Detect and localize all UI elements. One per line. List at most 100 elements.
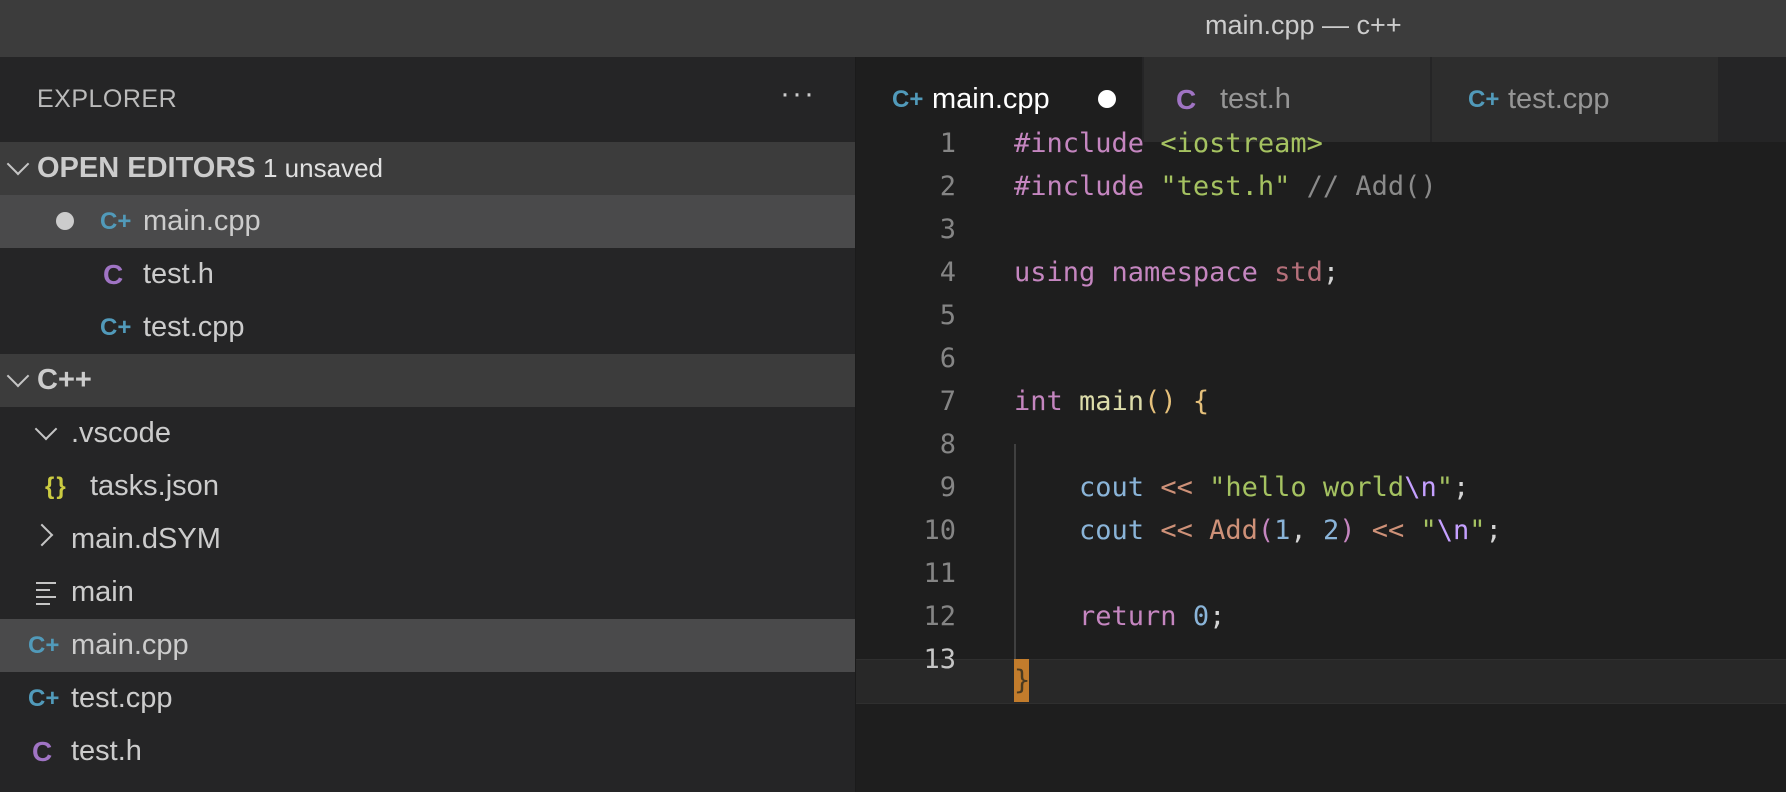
code-token: namespace — [1111, 257, 1275, 288]
cpp-icon: C+ — [28, 632, 60, 659]
code-token: ; — [1485, 515, 1502, 546]
unsaved-dot-icon[interactable] — [56, 212, 74, 230]
c-header-icon: C — [32, 736, 53, 767]
line-number: 6 — [939, 343, 956, 374]
current-line-highlight — [856, 659, 1786, 704]
code-token: " — [1436, 472, 1453, 503]
tree-item-tasks-json[interactable]: {} tasks.json — [0, 460, 855, 513]
line-number: 5 — [939, 300, 956, 331]
cpp-icon: C+ — [28, 685, 60, 712]
code-token: " — [1420, 515, 1437, 546]
code-token: "test.h" — [1160, 171, 1291, 202]
title-bar: main.cpp — c++ — [0, 0, 1786, 57]
code-token: , — [1290, 515, 1323, 546]
code-token: #include — [1014, 171, 1161, 202]
more-actions-icon[interactable]: ··· — [780, 77, 816, 111]
tree-item-test-h[interactable]: C test.h — [0, 725, 855, 778]
file-lines-icon — [36, 582, 56, 610]
code-token: 1 — [1274, 515, 1291, 546]
open-editor-item[interactable]: C+ test.cpp — [0, 301, 855, 354]
tree-item-main-binary[interactable]: main — [0, 566, 855, 619]
tree-item-label: test.cpp — [71, 682, 173, 714]
tree-item-label: main.dSYM — [71, 523, 221, 555]
tree-item-label: tasks.json — [90, 470, 219, 502]
code-line[interactable]: #include <iostream> — [1014, 122, 1323, 165]
code-token: cout — [1079, 515, 1145, 546]
code-token: #include — [1014, 128, 1161, 159]
chevron-down-icon — [34, 417, 58, 441]
code-token: << — [1371, 515, 1405, 546]
code-token: \n — [1436, 515, 1470, 546]
tree-item-dsym-folder[interactable]: main.dSYM — [0, 513, 855, 566]
code-token: // Add() — [1290, 171, 1437, 202]
open-editor-label: test.cpp — [143, 311, 245, 343]
code-token: std — [1274, 257, 1323, 288]
code-token: << — [1160, 515, 1193, 546]
line-number: 10 — [923, 515, 956, 546]
code-line[interactable]: cout << "hello world\n"; — [1014, 466, 1469, 509]
code-token: ; — [1209, 601, 1226, 632]
code-line[interactable]: return 0; — [1014, 595, 1225, 638]
open-editor-item[interactable]: C test.h — [0, 248, 855, 301]
line-number: 1 — [939, 128, 956, 159]
code-token: ; — [1322, 257, 1340, 288]
folder-label: C++ — [37, 364, 92, 396]
code-line[interactable]: using namespace std; — [1014, 251, 1339, 294]
code-token: ; — [1452, 472, 1470, 503]
tree-item-label: main.cpp — [71, 629, 189, 661]
open-editor-item[interactable]: C+ main.cpp — [0, 195, 855, 248]
open-editors-label: OPEN EDITORS — [37, 152, 256, 184]
tree-item-main-cpp[interactable]: C+ main.cpp — [0, 619, 855, 672]
tree-item-label: test.h — [71, 735, 142, 767]
code-token: 0 — [1192, 601, 1210, 632]
code-line[interactable]: cout << Add(1, 2) << "\n"; — [1014, 509, 1502, 552]
code-token: return — [1079, 601, 1193, 632]
explorer-sidebar: EXPLORER ··· OPEN EDITORS 1 unsaved C+ m… — [0, 57, 855, 792]
code-token: <iostream> — [1160, 128, 1323, 159]
explorer-title: EXPLORER — [37, 85, 178, 113]
code-editor[interactable]: 1 2 3 4 5 6 7 8 9 10 11 12 13 #include <iostream> #in… — [856, 128, 1786, 792]
cpp-icon: C+ — [100, 208, 132, 235]
line-number: 11 — [923, 558, 956, 589]
line-number: 12 — [923, 601, 956, 632]
code-line[interactable]: #include "test.h" // Add() — [1014, 165, 1437, 208]
line-number: 8 — [939, 429, 956, 460]
code-token: \n — [1404, 472, 1437, 503]
tree-item-test-cpp[interactable]: C+ test.cpp — [0, 672, 855, 725]
explorer-header: EXPLORER ··· — [0, 57, 855, 142]
code-line[interactable]: int main() { — [1014, 380, 1209, 423]
code-token: { — [1192, 386, 1210, 417]
unsaved-dot-icon[interactable] — [1098, 90, 1116, 108]
code-token: ( — [1257, 515, 1275, 546]
text-cursor: } — [1014, 659, 1030, 702]
code-token: () — [1144, 386, 1177, 417]
folder-section-header[interactable]: C++ — [0, 354, 855, 407]
cpp-icon: C+ — [100, 314, 132, 341]
chevron-down-icon — [6, 364, 30, 388]
cpp-icon: C+ — [1468, 86, 1500, 113]
open-editor-label: main.cpp — [143, 205, 261, 237]
line-number: 9 — [939, 472, 956, 503]
open-editor-label: test.h — [143, 258, 214, 290]
code-token: int — [1014, 386, 1080, 417]
json-icon: {} — [45, 473, 68, 500]
code-token: ) — [1339, 515, 1356, 546]
line-number: 7 — [939, 386, 956, 417]
tree-item-vscode-folder[interactable]: .vscode — [0, 407, 855, 460]
c-header-icon: C — [103, 259, 124, 290]
tab-label: test.cpp — [1508, 83, 1610, 115]
tab-test-cpp[interactable]: C+ test.cpp — [1432, 57, 1718, 142]
code-token: " — [1469, 515, 1486, 546]
chevron-right-icon — [30, 523, 54, 547]
open-editors-section-header[interactable]: OPEN EDITORS 1 unsaved — [0, 142, 855, 195]
